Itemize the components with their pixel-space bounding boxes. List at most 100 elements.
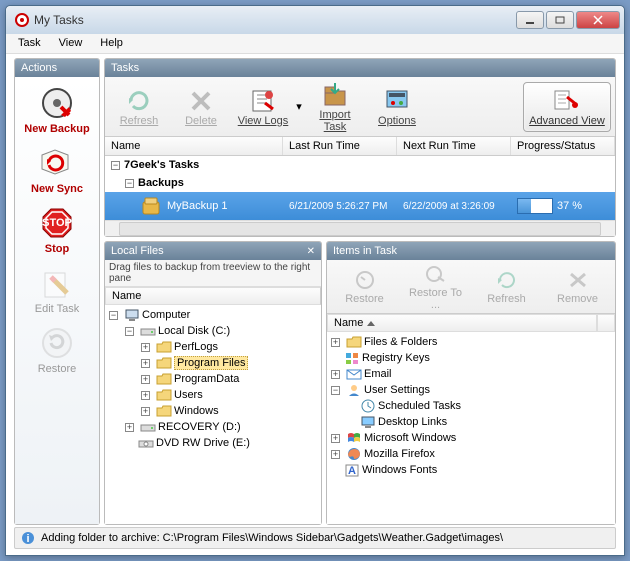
items-restore-button[interactable]: Restore [336, 269, 394, 305]
items-remove-button[interactable]: Remove [549, 269, 607, 305]
task-group-backups[interactable]: −Backups [105, 174, 615, 192]
items-extra-col[interactable] [597, 314, 615, 332]
items-header: Items in Task [327, 242, 615, 260]
refresh-icon [495, 269, 519, 291]
svg-text:i: i [26, 533, 29, 545]
tree-recovery-d[interactable]: +RECOVERY (D:) [107, 419, 319, 435]
window-title: My Tasks [34, 13, 516, 27]
close-button[interactable] [576, 11, 620, 29]
close-panel-icon[interactable]: ✕ [307, 246, 315, 257]
import-task-button[interactable]: Import Task [305, 77, 365, 137]
drive-icon [140, 420, 156, 434]
advanced-view-button[interactable]: Advanced View [523, 82, 611, 132]
tree-computer[interactable]: −Computer [107, 307, 319, 323]
restore-icon [353, 269, 377, 291]
restore-button[interactable]: Restore [21, 321, 93, 379]
tree-dvd-e[interactable]: DVD RW Drive (E:) [107, 435, 319, 451]
view-logs-button[interactable]: View Logs [233, 83, 293, 131]
tree-programdata[interactable]: +ProgramData [107, 371, 319, 387]
import-task-icon [321, 81, 349, 107]
options-icon [383, 87, 411, 113]
item-registry-keys[interactable]: Registry Keys [329, 350, 613, 366]
folder-icon [156, 340, 172, 354]
statusbar: i Adding folder to archive: C:\Program F… [14, 527, 616, 549]
registry-icon [344, 351, 360, 365]
progress-bar [517, 198, 553, 214]
col-next-run[interactable]: Next Run Time [397, 137, 511, 155]
actions-header: Actions [15, 59, 99, 77]
local-files-name-col[interactable]: Name [105, 287, 321, 305]
folder-icon [156, 356, 172, 370]
item-windows-fonts[interactable]: AWindows Fonts [329, 462, 613, 478]
dvd-icon [138, 436, 154, 450]
items-refresh-button[interactable]: Refresh [478, 269, 536, 305]
maximize-button[interactable] [546, 11, 574, 29]
edit-task-label: Edit Task [23, 303, 91, 315]
items-toolbar: Restore Restore To ... Refresh Remove [327, 260, 615, 314]
item-scheduled-tasks[interactable]: Scheduled Tasks [329, 398, 613, 414]
titlebar[interactable]: My Tasks [6, 6, 624, 34]
items-in-task-panel: Items in Task Restore Restore To ... Ref… [326, 241, 616, 525]
new-backup-label: New Backup [23, 123, 91, 135]
col-name[interactable]: Name [105, 137, 283, 155]
col-progress[interactable]: Progress/Status [511, 137, 615, 155]
folder-icon [156, 388, 172, 402]
task-name: MyBackup 1 [167, 200, 228, 212]
stop-icon: STOP [39, 205, 75, 241]
svg-text:A: A [348, 465, 356, 477]
tree-local-disk-c[interactable]: −Local Disk (C:) [107, 323, 319, 339]
item-email[interactable]: +Email [329, 366, 613, 382]
view-logs-icon [249, 87, 277, 113]
new-backup-button[interactable]: New Backup [21, 81, 93, 139]
item-mozilla-firefox[interactable]: +Mozilla Firefox [329, 446, 613, 462]
stop-button[interactable]: STOP Stop [21, 201, 93, 259]
refresh-icon [125, 87, 153, 113]
menubar: Task View Help [6, 34, 624, 54]
collapse-icon[interactable]: − [125, 179, 134, 188]
tree-users[interactable]: +Users [107, 387, 319, 403]
tree-perflogs[interactable]: +PerfLogs [107, 339, 319, 355]
items-restore-to-button[interactable]: Restore To ... [407, 263, 465, 311]
clock-icon [360, 399, 376, 413]
restore-label: Restore [23, 363, 91, 375]
menu-view[interactable]: View [51, 36, 91, 51]
col-last-run[interactable]: Last Run Time [283, 137, 397, 155]
refresh-button[interactable]: Refresh [109, 83, 169, 131]
main-window: My Tasks Task View Help Actions New Back… [5, 5, 625, 556]
tasks-toolbar: Refresh Delete View Logs ▾ Import Task O… [105, 77, 615, 137]
task-row[interactable]: MyBackup 1 6/21/2009 5:26:27 PM 6/22/200… [105, 192, 615, 220]
task-group-root[interactable]: −7Geek's Tasks [105, 156, 615, 174]
advanced-view-icon [553, 87, 581, 113]
status-info-icon: i [21, 531, 35, 545]
menu-help[interactable]: Help [92, 36, 131, 51]
item-microsoft-windows[interactable]: +Microsoft Windows [329, 430, 613, 446]
menu-task[interactable]: Task [10, 36, 49, 51]
tasks-header: Tasks [105, 59, 615, 77]
windows-icon [346, 431, 362, 445]
item-files-folders[interactable]: +Files & Folders [329, 334, 613, 350]
new-sync-button[interactable]: New Sync [21, 141, 93, 199]
delete-button[interactable]: Delete [171, 83, 231, 131]
stop-label: Stop [23, 243, 91, 255]
delete-icon [187, 87, 215, 113]
tree-program-files[interactable]: +Program Files [107, 355, 319, 371]
items-name-col[interactable]: Name [327, 314, 597, 332]
local-files-tree[interactable]: −Computer −Local Disk (C:) +PerfLogs +Pr… [105, 305, 321, 524]
options-button[interactable]: Options [367, 83, 427, 131]
collapse-icon[interactable]: − [111, 161, 120, 170]
drive-icon [140, 324, 156, 338]
item-user-settings[interactable]: −User Settings [329, 382, 613, 398]
item-desktop-links[interactable]: Desktop Links [329, 414, 613, 430]
app-icon [14, 12, 30, 28]
sort-asc-icon [367, 321, 375, 326]
edit-task-button[interactable]: Edit Task [21, 261, 93, 319]
new-sync-icon [39, 145, 75, 181]
local-files-header: Local Files✕ [105, 242, 321, 260]
remove-icon [566, 269, 590, 291]
tree-windows[interactable]: +Windows [107, 403, 319, 419]
dropdown-arrow-icon[interactable]: ▾ [295, 100, 303, 113]
restore-icon [39, 325, 75, 361]
horizontal-scrollbar[interactable] [105, 220, 615, 236]
items-tree[interactable]: +Files & Folders Registry Keys +Email −U… [327, 332, 615, 524]
minimize-button[interactable] [516, 11, 544, 29]
